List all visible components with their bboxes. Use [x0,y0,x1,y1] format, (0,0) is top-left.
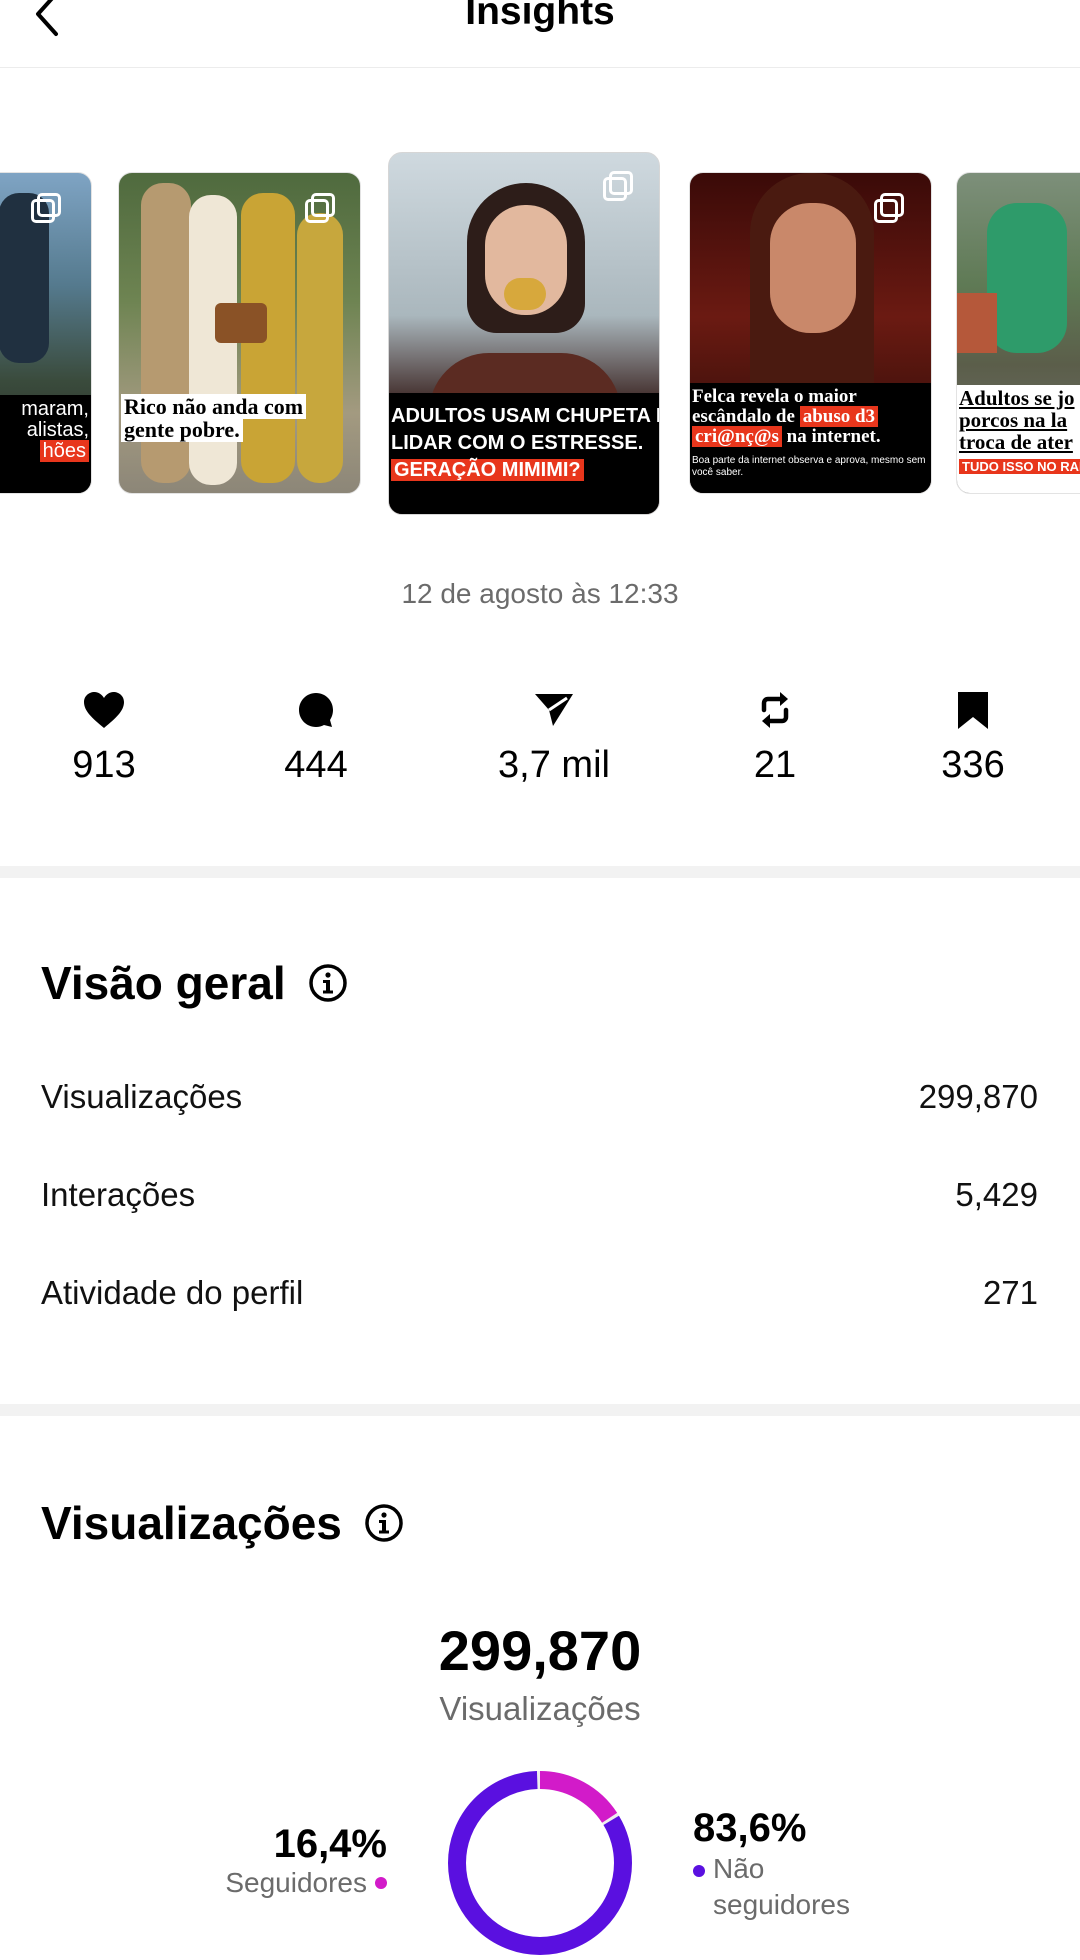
overview-title: Visão geral [41,956,348,1010]
views-donut-chart [448,1771,632,1955]
row-label: Atividade do perfil [41,1274,304,1311]
post-thumbnail-2[interactable]: Rico não anda com gente pobre. [118,172,361,494]
header: Insights [0,0,1080,68]
comments-count: 444 [284,744,348,786]
nonfollowers-label-line1: Não [713,1853,765,1884]
saves-stat: 336 [873,690,1073,787]
card-caption-line: gente pobre. [121,417,243,443]
row-value: 299,870 [918,1078,1038,1115]
followers-percent: 16,4% [273,1822,387,1866]
nonfollowers-percent: 83,6% [693,1806,807,1850]
page-title: Insights [465,0,615,33]
carousel-multi-icon [603,171,633,201]
section-divider [0,866,1080,878]
row-label: Visualizações [41,1078,243,1115]
views-total-label: Visualizações [439,1690,641,1727]
post-thumbnail-4[interactable]: Felca revela o maior escândalo de abuso … [689,172,932,494]
followers-legend: 16,4% Seguidores [225,1822,387,1899]
card-caption-highlight: cri@nç@s [692,425,782,447]
card-caption-highlight: GERAÇÃO MIMIMI? [391,459,584,481]
likes-stat: 913 [4,690,204,787]
views-title-text: Visualizações [41,1497,342,1549]
followers-label: Seguidores [225,1867,367,1898]
heart-icon [84,692,124,728]
shares-stat: 3,7 mil [454,690,654,787]
overview-row-interactions[interactable]: Interações 5,429 [41,1176,1038,1214]
share-send-icon [535,694,573,726]
card-caption-line: troca de ater [959,430,1073,455]
card-caption-line: Felca revela o maior [692,386,857,407]
post-thumbnail-1[interactable]: maram, alistas, hões [0,172,92,494]
card-caption-line: na internet. [781,425,881,447]
card-caption-line: ADULTOS USAM CHUPETA PARA [391,405,659,427]
card-caption-line: porcos na la [959,408,1068,433]
overview-row-views[interactable]: Visualizações 299,870 [41,1078,1038,1116]
card-caption-line: alistas, [26,419,89,441]
info-icon[interactable] [364,1503,404,1543]
views-total: 299,870 [438,1619,642,1682]
card-caption-line: maram, [21,398,89,420]
row-label: Interações [41,1176,196,1213]
views-title: Visualizações [41,1496,404,1550]
carousel-multi-icon [31,193,61,223]
card-caption-highlight: hões [39,440,89,462]
row-value: 5,429 [955,1176,1038,1213]
card-caption-line: LIDAR COM O ESTRESSE. [391,432,644,454]
overview-title-text: Visão geral [41,957,286,1009]
card-caption-small: Boa parte da internet observa e aprova, … [692,454,926,478]
row-value: 271 [982,1274,1038,1311]
followers-dot [375,1877,387,1889]
bookmark-icon [958,692,988,729]
nonfollowers-dot [693,1865,705,1877]
carousel-multi-icon [874,193,904,223]
shares-count: 3,7 mil [498,744,610,786]
reposts-count: 21 [753,744,797,786]
saves-count: 336 [941,744,1005,786]
likes-count: 913 [72,744,136,786]
section-divider [0,1404,1080,1416]
info-icon[interactable] [308,963,348,1003]
card-caption-line: Rico não anda com [121,394,307,419]
engagement-stats: 913 444 3,7 mil 21 336 [0,690,1080,810]
post-thumbnail-3-selected[interactable]: ADULTOS USAM CHUPETA PARA LIDAR COM O ES… [388,152,660,515]
card-caption-highlight: abuso d3 [799,405,879,427]
post-thumbnail-5[interactable]: Adultos se jo porcos na la troca de ater… [956,172,1080,494]
nonfollowers-label-line2: seguidores [713,1889,850,1921]
card-caption-highlight: TUDO ISSO NO RANCHO DO [959,459,1080,475]
card-caption-line: Adultos se jo [959,386,1075,410]
repost-icon [761,692,789,728]
post-carousel[interactable]: maram, alistas, hões Rico não anda com g… [0,150,1080,520]
carousel-multi-icon [305,193,335,223]
comments-stat: 444 [216,690,416,787]
comment-icon [299,693,333,727]
post-timestamp: 12 de agosto às 12:33 [401,578,679,609]
reposts-stat: 21 [675,690,875,787]
nonfollowers-legend: 83,6% Não seguidores [693,1806,850,1924]
card-caption-line: escândalo de [692,405,800,427]
overview-row-profile-activity[interactable]: Atividade do perfil 271 [41,1274,1038,1312]
